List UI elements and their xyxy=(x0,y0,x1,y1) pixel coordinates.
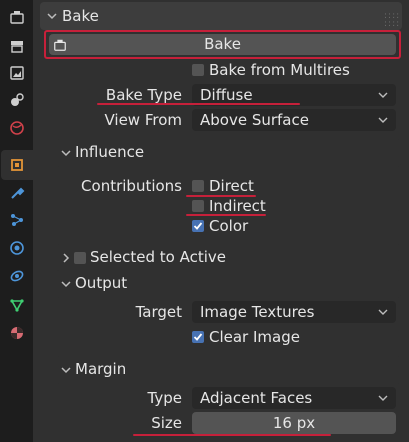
bake-from-multires-label[interactable]: Bake from Multires xyxy=(209,61,350,79)
modifiers-icon[interactable] xyxy=(9,185,25,201)
margin-panel-title: Margin xyxy=(75,360,127,378)
bake-from-multires-checkbox[interactable] xyxy=(192,64,204,76)
bake-type-label: Bake Type xyxy=(105,86,182,104)
bake-button-label: Bake xyxy=(204,35,241,53)
clear-image-label[interactable]: Clear Image xyxy=(209,328,300,346)
direct-label[interactable]: Direct xyxy=(209,177,254,195)
drag-handle-icon[interactable]: :::::::: xyxy=(384,12,400,29)
output-icon[interactable] xyxy=(9,65,25,81)
target-dropdown[interactable]: Image Textures xyxy=(192,301,396,323)
data-icon[interactable] xyxy=(9,297,25,313)
constraints-icon[interactable] xyxy=(9,268,25,284)
chevron-down-icon xyxy=(60,147,72,159)
chevron-down-icon xyxy=(60,364,72,376)
influence-panel-header[interactable]: Influence xyxy=(56,139,401,167)
world-icon[interactable] xyxy=(9,120,25,136)
margin-size-field[interactable]: 16 px xyxy=(192,412,396,434)
margin-type-value: Adjacent Faces xyxy=(200,389,313,407)
contributions-label: Contributions xyxy=(81,177,182,195)
view-from-dropdown[interactable]: Above Surface xyxy=(192,109,396,131)
bake-panel-header[interactable]: Bake xyxy=(40,2,402,30)
margin-size-label: Size xyxy=(151,414,182,432)
view-layer-icon[interactable] xyxy=(9,92,25,108)
bake-panel-title: Bake xyxy=(62,7,99,25)
indirect-checkbox[interactable] xyxy=(192,200,204,212)
selected-to-active-panel-header[interactable]: Selected to Active xyxy=(56,244,401,272)
selected-to-active-checkbox[interactable] xyxy=(74,252,86,264)
color-checkbox[interactable] xyxy=(192,220,204,232)
particles-icon[interactable] xyxy=(9,212,25,228)
annotation-underline-bake-type xyxy=(97,103,300,105)
render-icon[interactable] xyxy=(9,38,25,54)
margin-size-value: 16 px xyxy=(272,414,316,432)
chevron-right-icon xyxy=(60,252,72,264)
material-icon[interactable] xyxy=(9,325,25,341)
margin-type-label: Type xyxy=(147,389,182,407)
bake-button-icon xyxy=(53,37,67,51)
bake-button[interactable]: Bake xyxy=(49,34,396,55)
object-icon[interactable] xyxy=(9,157,25,173)
view-from-label: View From xyxy=(104,111,182,129)
margin-panel-header[interactable]: Margin xyxy=(56,356,401,384)
checkmark-icon xyxy=(193,333,203,341)
tool-icon[interactable] xyxy=(9,9,25,25)
indirect-label[interactable]: Indirect xyxy=(209,197,266,215)
chevron-down-icon xyxy=(378,307,388,317)
clear-image-checkbox[interactable] xyxy=(192,331,204,343)
selected-to-active-title: Selected to Active xyxy=(90,248,227,266)
direct-checkbox[interactable] xyxy=(192,180,204,192)
output-panel-title: Output xyxy=(75,274,128,292)
chevron-down-icon xyxy=(60,278,72,290)
properties-tab-strip xyxy=(0,0,33,442)
margin-type-dropdown[interactable]: Adjacent Faces xyxy=(192,387,396,409)
target-value: Image Textures xyxy=(200,303,315,321)
chevron-down-icon xyxy=(378,115,388,125)
target-label: Target xyxy=(135,303,182,321)
chevron-down-icon xyxy=(378,393,388,403)
color-label[interactable]: Color xyxy=(209,217,248,235)
annotation-underline-indirect xyxy=(186,214,266,216)
annotation-underline-size xyxy=(133,434,331,436)
chevron-down-icon xyxy=(378,90,388,100)
chevron-down-icon xyxy=(46,10,58,22)
physics-icon[interactable] xyxy=(9,240,25,256)
checkmark-icon xyxy=(193,222,203,230)
influence-panel-title: Influence xyxy=(75,143,145,161)
view-from-value: Above Surface xyxy=(200,111,309,129)
output-panel-header[interactable]: Output xyxy=(56,270,401,298)
